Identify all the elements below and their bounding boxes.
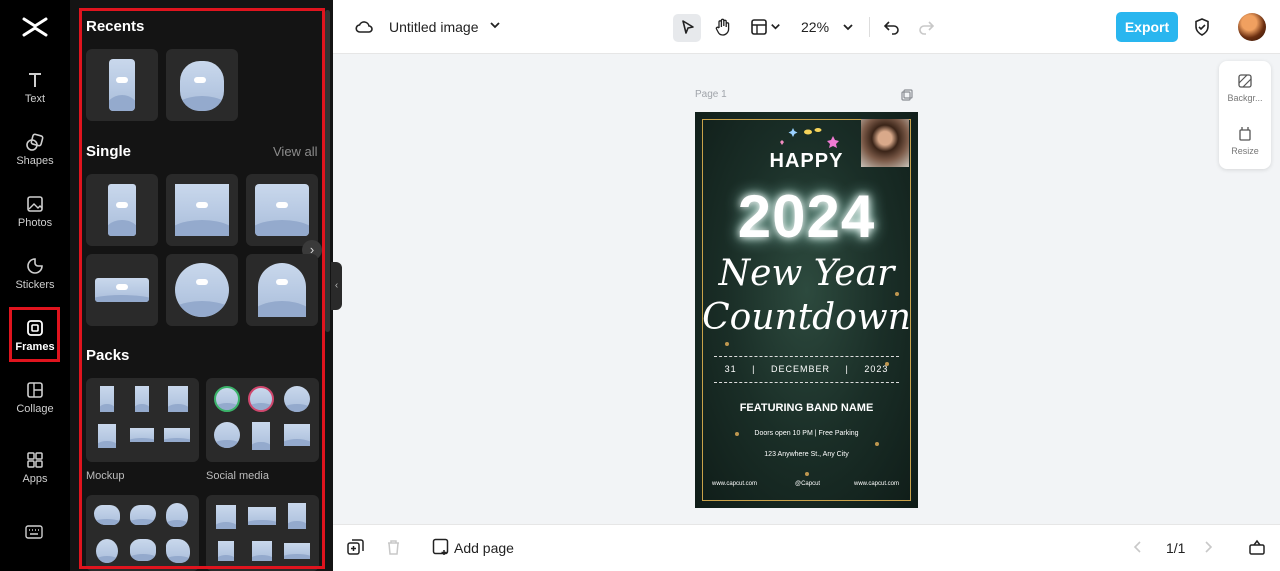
apps-icon [27, 452, 43, 468]
duplicate-icon[interactable] [347, 539, 364, 556]
background-icon [1238, 74, 1252, 88]
zoom-level[interactable]: 22% [801, 19, 829, 35]
side-tools: Backgr... Resize [1219, 61, 1271, 169]
resize-icon [1239, 127, 1251, 141]
frames-highlight-box [9, 307, 60, 362]
page-counter: 1/1 [1166, 540, 1186, 556]
poster-doors-text[interactable]: Doors open 10 PM | Free Parking [695, 430, 918, 437]
rail-item-stickers[interactable]: Stickers [0, 250, 70, 306]
page-label: Page 1 [695, 89, 727, 100]
cloud-sync-icon[interactable] [354, 17, 374, 37]
user-avatar[interactable] [1238, 13, 1266, 41]
shapes-icon [26, 133, 44, 151]
toolbar-divider [869, 17, 870, 37]
poster-canvas[interactable]: HAPPY 2024 New Year Countdown 31 | DECEM… [695, 112, 918, 508]
add-page-icon[interactable] [432, 538, 450, 556]
background-tool[interactable]: Backgr... [1219, 73, 1271, 103]
recent-frame-arch[interactable] [166, 49, 238, 121]
single-frame-landscape[interactable] [86, 254, 158, 326]
stickers-icon [27, 258, 43, 274]
rail-item-label: Shapes [16, 155, 54, 167]
select-tool-button[interactable] [673, 14, 701, 42]
poster-date[interactable]: 31 | DECEMBER | 2023 [695, 364, 918, 374]
keyboard-icon[interactable] [25, 525, 43, 539]
app-root: Text Shapes Photos Stickers Frames Colla… [0, 0, 1280, 571]
resize-tool-label: Resize [1231, 146, 1259, 156]
poster-band-text[interactable]: FEATURING BAND NAME [695, 402, 918, 414]
poster-footer-right[interactable]: www.capcut.com [854, 481, 899, 487]
poster-new-year-text[interactable]: New Year Countdown [695, 252, 918, 340]
redo-icon[interactable] [916, 17, 936, 37]
pack-social-media[interactable] [206, 378, 319, 462]
pack-social-media-label: Social media [206, 470, 269, 482]
poster-address-text[interactable]: 123 Anywhere St., Any City [695, 451, 918, 458]
resize-tool[interactable]: Resize [1219, 126, 1271, 156]
pack-mockup-label: Mockup [86, 470, 125, 482]
confetti-icon [780, 128, 839, 148]
view-all-link[interactable]: View all [273, 144, 318, 159]
undo-icon[interactable] [882, 17, 902, 37]
rail-item-shapes[interactable]: Shapes [0, 126, 70, 182]
next-page-icon[interactable] [1201, 540, 1215, 554]
single-frame-circle[interactable] [166, 254, 238, 326]
poster-line2: Countdown [702, 297, 911, 338]
collapse-panel-handle[interactable]: ‹ [331, 262, 342, 310]
pages-panel-icon[interactable] [1248, 538, 1266, 556]
document-title[interactable]: Untitled image [389, 19, 479, 35]
background-tool-label: Backgr... [1227, 93, 1263, 103]
cursor-icon [682, 20, 694, 34]
single-frame-portrait[interactable] [86, 174, 158, 246]
single-frame-square[interactable] [166, 174, 238, 246]
pack-grid[interactable] [206, 495, 319, 571]
poster-line1: New Year [718, 253, 895, 294]
single-frame-arch[interactable] [246, 254, 318, 326]
poster-date-separator: | [845, 364, 849, 374]
rail-item-collage[interactable]: Collage [0, 374, 70, 430]
recents-title: Recents [86, 18, 145, 35]
pack-mockup[interactable] [86, 378, 199, 462]
rail-item-label: Photos [17, 217, 53, 229]
poster-date-separator: | [752, 364, 756, 374]
collage-icon [27, 382, 43, 398]
recent-frame-portrait[interactable] [86, 49, 158, 121]
rail-item-photos[interactable]: Photos [0, 188, 70, 244]
chevron-down-icon[interactable] [488, 18, 502, 32]
hand-icon[interactable] [713, 17, 733, 37]
rail-item-label: Text [24, 93, 46, 105]
single-title: Single [86, 143, 132, 160]
rail-item-apps[interactable]: Apps [0, 444, 70, 500]
prev-page-icon[interactable] [1131, 540, 1145, 554]
shield-icon[interactable] [1192, 17, 1212, 37]
zoom-chevron-down-icon[interactable] [841, 20, 855, 34]
rail-item-label: Collage [16, 403, 54, 415]
poster-date-day: 31 [724, 364, 737, 374]
text-icon [29, 73, 41, 87]
photos-icon [27, 196, 43, 212]
add-page-button[interactable]: Add page [454, 540, 514, 556]
layout-chevron-down-icon[interactable] [769, 20, 782, 33]
trash-icon[interactable] [385, 539, 402, 556]
poster-date-month: DECEMBER [770, 364, 830, 374]
layout-icon[interactable] [749, 17, 769, 37]
poster-footer-mid[interactable]: @Capcut [795, 481, 820, 487]
poster-footer-left[interactable]: www.capcut.com [712, 481, 757, 487]
rail-item-label: Apps [22, 473, 48, 485]
rail-item-label: Stickers [15, 279, 55, 291]
poster-year-text[interactable]: 2024 [695, 182, 918, 251]
capcut-logo-icon[interactable] [22, 15, 48, 39]
poster-happy-text[interactable]: HAPPY [695, 150, 918, 173]
pack-blobs[interactable] [86, 495, 199, 571]
poster-date-year: 2023 [864, 364, 889, 374]
packs-title: Packs [86, 347, 130, 364]
poster-dashed-line-bottom [714, 382, 899, 383]
duplicate-page-icon[interactable] [901, 89, 913, 101]
rail-item-text[interactable]: Text [0, 64, 70, 120]
single-frame-rounded-square[interactable] [246, 174, 318, 246]
export-button[interactable]: Export [1116, 12, 1178, 42]
left-rail: Text Shapes Photos Stickers Frames Colla… [0, 0, 70, 571]
top-bar: Untitled image 22% Export [333, 0, 1280, 54]
poster-dashed-line-top [714, 356, 899, 357]
panel-scrollbar[interactable] [325, 10, 330, 332]
bottom-bar: Add page 1/1 [333, 524, 1280, 571]
